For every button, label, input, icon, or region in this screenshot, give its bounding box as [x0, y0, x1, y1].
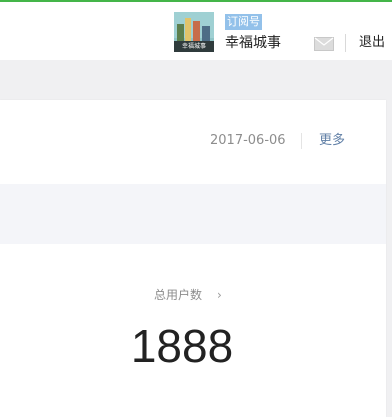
account-name[interactable]: 幸福城事 [225, 34, 281, 52]
top-bar: 幸福城事 订阅号 幸福城事 退出 [0, 0, 392, 60]
account-avatar[interactable]: 幸福城事 [174, 12, 214, 52]
total-users-value: 1888 [130, 320, 234, 372]
total-users-label[interactable]: 总用户数 [154, 287, 202, 303]
more-link[interactable]: 更多 [319, 132, 345, 150]
logout-link[interactable]: 退出 [359, 34, 385, 52]
overview-card: 2017-06-06 更多 总用户数 › 1888 [0, 100, 386, 417]
chevron-right-icon[interactable]: › [217, 287, 222, 303]
header-divider [345, 34, 346, 52]
avatar-building [185, 18, 191, 42]
overview-date: 2017-06-06 [210, 133, 286, 148]
avatar-caption: 幸福城事 [174, 41, 214, 52]
account-type-badge: 订阅号 [225, 14, 262, 30]
date-divider [301, 133, 302, 149]
avatar-building [193, 21, 200, 42]
notice-strip [0, 184, 386, 244]
mail-icon[interactable] [314, 37, 334, 51]
avatar-building [177, 24, 184, 42]
avatar-building [202, 26, 210, 42]
